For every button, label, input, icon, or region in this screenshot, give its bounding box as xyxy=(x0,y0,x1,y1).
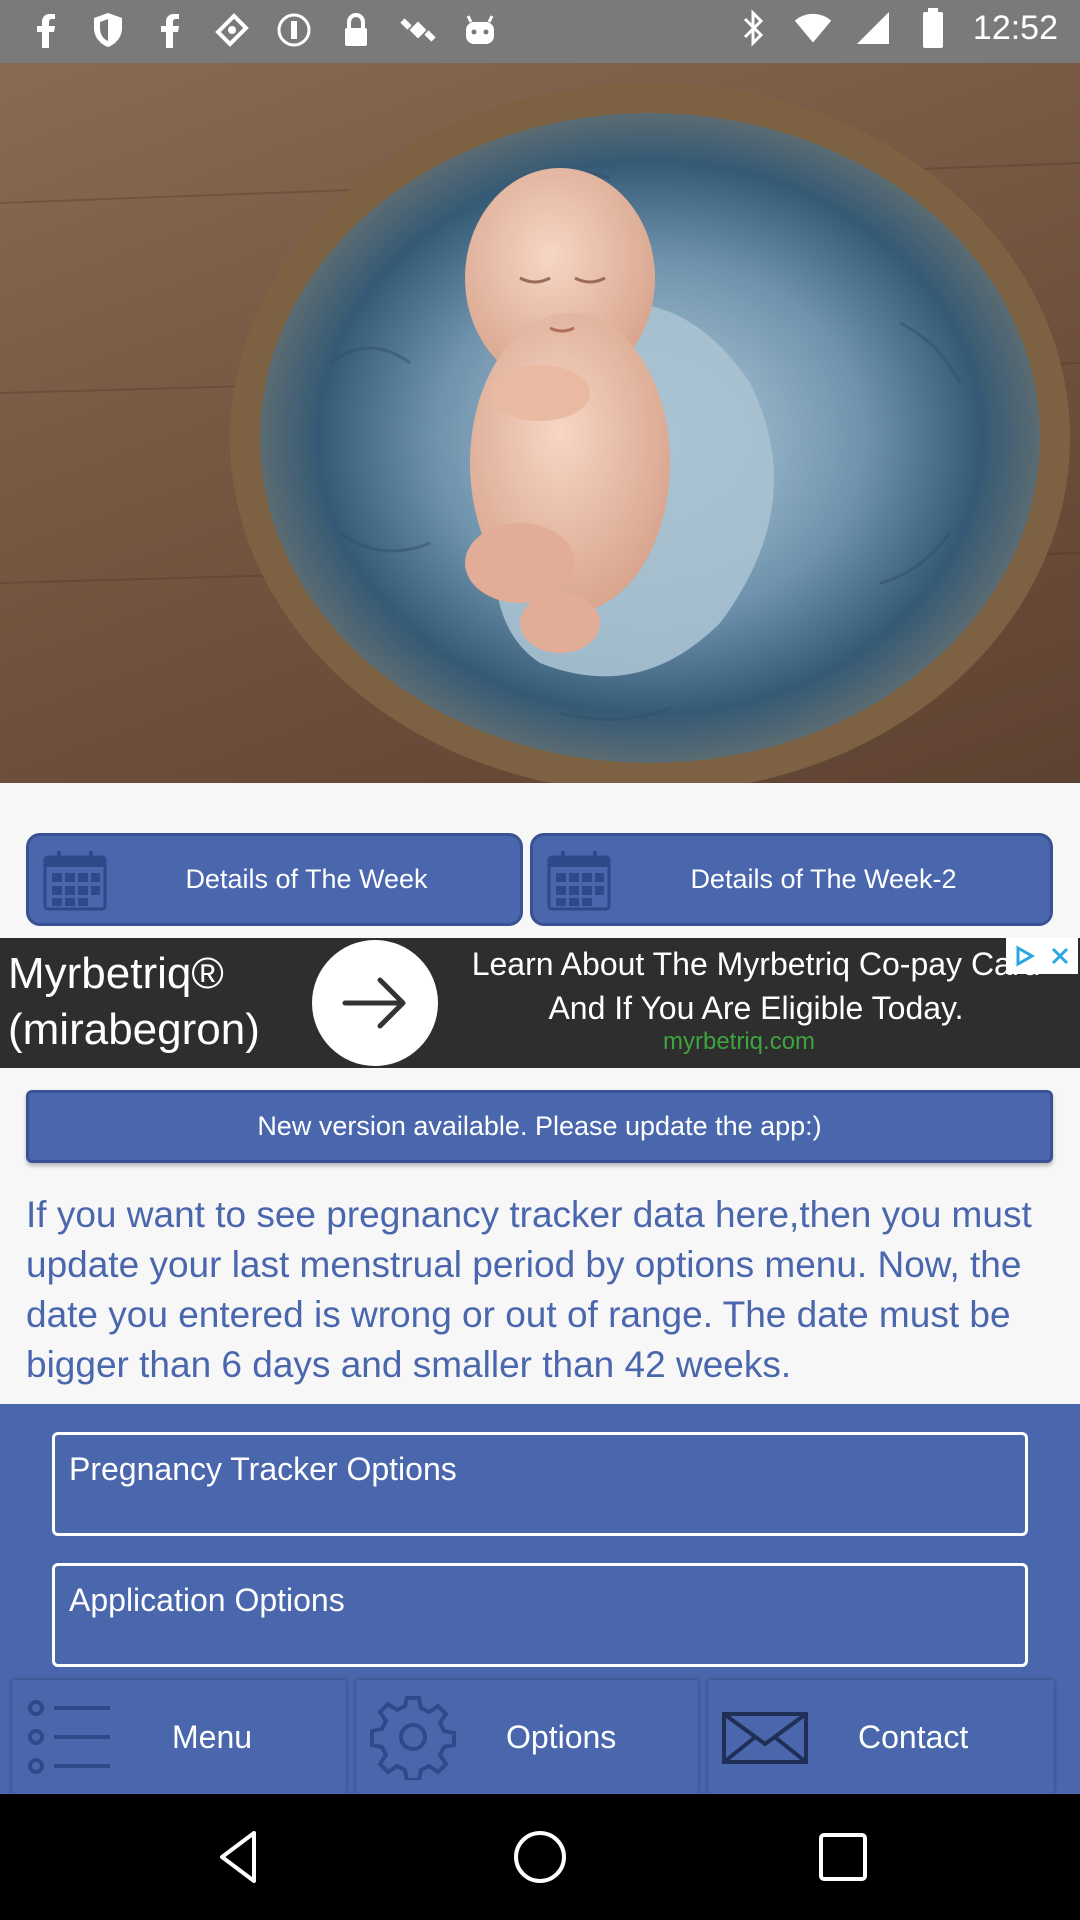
tab-options-label: Options xyxy=(506,1718,617,1755)
system-navigation-bar xyxy=(0,1794,1080,1920)
update-notice-button[interactable]: New version available. Please update the… xyxy=(26,1090,1053,1163)
ad-url[interactable]: myrbetriq.com xyxy=(663,1028,815,1056)
bluetooth-icon xyxy=(733,8,773,48)
details-week-label: Details of The Week xyxy=(185,864,428,894)
system-icons: 12:52 xyxy=(733,8,1058,48)
circle-info-icon xyxy=(274,10,314,50)
ad-text: Learn About The Myrbetriq Co-pay Card An… xyxy=(456,942,1056,1030)
lock-icon xyxy=(336,10,376,50)
arrow-right-icon[interactable] xyxy=(312,940,438,1066)
recents-icon[interactable] xyxy=(813,1827,873,1887)
details-week-2-label: Details of The Week-2 xyxy=(690,864,957,894)
tab-contact-label: Contact xyxy=(858,1718,969,1755)
options-panel: Pregnancy Tracker Options Application Op… xyxy=(0,1404,1080,1794)
calendar-icon xyxy=(547,849,611,911)
android-icon xyxy=(460,10,500,50)
close-icon[interactable] xyxy=(1042,938,1078,974)
facebook-icon xyxy=(26,10,66,50)
calendar-icon xyxy=(43,849,107,911)
pregnancy-tracker-options-button[interactable]: Pregnancy Tracker Options xyxy=(52,1432,1028,1536)
baby-in-basket-illustration xyxy=(0,83,1080,783)
notification-icons xyxy=(26,10,500,50)
wifi-icon xyxy=(793,8,833,48)
tab-menu-label: Menu xyxy=(172,1718,253,1755)
info-text: If you want to see pregnancy tracker dat… xyxy=(26,1194,1032,1385)
bottom-tab-bar: Menu Options Contact xyxy=(12,1680,1056,1794)
status-bar: 12:52 xyxy=(0,0,1080,63)
hero-caption: - xyxy=(26,778,39,783)
ad-banner[interactable]: Myrbetriq® (mirabegron) Learn About The … xyxy=(0,938,1080,1068)
clock: 12:52 xyxy=(972,8,1058,47)
home-icon[interactable] xyxy=(510,1827,570,1887)
details-week-2-button[interactable]: Details of The Week-2 xyxy=(530,833,1053,926)
hero-image: - xyxy=(0,63,1080,783)
tab-options[interactable]: Options xyxy=(356,1680,698,1794)
tab-contact[interactable]: Contact xyxy=(708,1680,1054,1794)
adchoices-icon[interactable] xyxy=(1006,938,1042,974)
ad-controls xyxy=(1006,938,1078,974)
shield-icon xyxy=(88,10,128,50)
battery-icon xyxy=(913,8,953,48)
puzzle-icon xyxy=(212,10,252,50)
application-options-button[interactable]: Application Options xyxy=(52,1563,1028,1667)
signal-icon xyxy=(853,8,893,48)
back-icon[interactable] xyxy=(210,1827,270,1887)
satellite-icon xyxy=(398,10,438,50)
ad-brand: Myrbetriq® (mirabegron) xyxy=(8,949,260,1054)
details-week-button[interactable]: Details of The Week xyxy=(26,833,523,926)
tab-menu[interactable]: Menu xyxy=(12,1680,346,1794)
facebook-icon xyxy=(150,10,190,50)
ad-text-content: Learn About The Myrbetriq Co-pay Card An… xyxy=(471,946,1041,1026)
